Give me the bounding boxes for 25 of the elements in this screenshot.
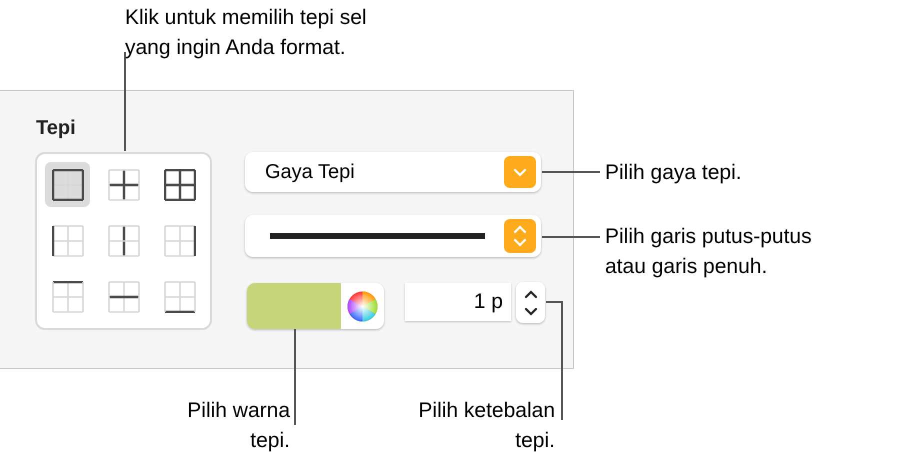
color-wheel-icon — [347, 290, 378, 322]
border-grid-icon — [164, 281, 196, 314]
callout-text: Pilih warna tepi. — [187, 398, 290, 454]
thickness-stepper[interactable] — [516, 282, 545, 323]
callout-text: Klik untuk memilih tepi sel yang ingin Anda format. — [125, 5, 367, 61]
border-grid-icon — [108, 224, 140, 257]
border-style-dropdown[interactable]: Gaya Tepi — [245, 152, 541, 192]
callout-text: Pilih ketebalan tepi. — [418, 398, 555, 454]
border-grid-icon — [108, 281, 140, 314]
color-well[interactable] — [247, 283, 384, 329]
border-grid-icon — [164, 168, 196, 200]
border-grid-icon — [52, 168, 84, 200]
border-grid-icon — [108, 168, 140, 200]
border-grid-icon — [164, 224, 196, 257]
line-style-dropdown[interactable] — [245, 215, 541, 257]
chevron-updown-icon — [524, 288, 538, 318]
chevron-down-icon — [504, 156, 536, 188]
border-grid-icon — [52, 281, 84, 314]
callout-text: Pilih gaya tepi. — [605, 160, 742, 186]
callout-text: Pilih garis putus-putus atau garis penuh. — [605, 224, 812, 280]
thickness-field[interactable]: 1 p — [405, 283, 511, 321]
border-grid-icon — [52, 224, 84, 257]
border-button[interactable] — [45, 162, 90, 207]
section-title: Tepi — [36, 116, 76, 141]
chevron-updown-icon — [504, 219, 536, 253]
